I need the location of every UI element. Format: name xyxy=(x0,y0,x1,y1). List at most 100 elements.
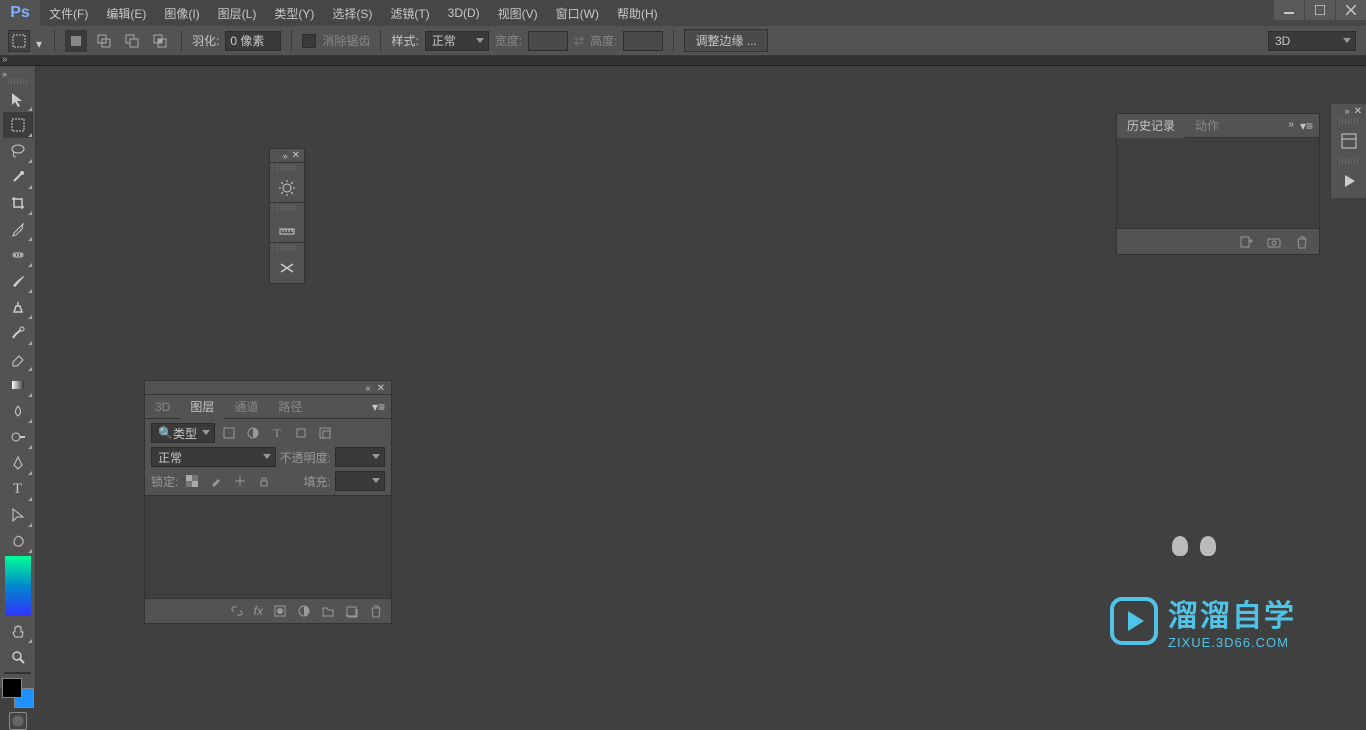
history-delete-icon[interactable] xyxy=(1295,235,1309,249)
menu-edit[interactable]: 编辑(E) xyxy=(97,0,155,26)
filter-pixel-icon[interactable] xyxy=(219,424,239,442)
path-select-tool[interactable] xyxy=(3,502,33,528)
history-collapse-icon[interactable]: » xyxy=(1288,119,1294,133)
mini-grip[interactable] xyxy=(277,165,297,171)
maximize-button[interactable] xyxy=(1305,0,1335,20)
minimize-button[interactable] xyxy=(1274,0,1304,20)
link-layers-icon[interactable] xyxy=(230,604,244,618)
refine-edge-button[interactable]: 调整边缘 ... xyxy=(684,29,767,52)
shape-tool[interactable] xyxy=(3,528,33,554)
tab-history[interactable]: 历史记录 xyxy=(1117,114,1185,138)
rstrip-close-icon[interactable]: ✕ xyxy=(1354,106,1362,114)
mini-grip-2[interactable] xyxy=(277,205,297,211)
tool-grip[interactable] xyxy=(8,78,28,84)
mini-collapse-icon[interactable]: » xyxy=(283,151,288,161)
filter-adjust-icon[interactable] xyxy=(243,424,263,442)
feather-input[interactable] xyxy=(225,31,281,51)
blur-tool[interactable] xyxy=(3,398,33,424)
zoom-tool[interactable] xyxy=(3,644,33,670)
crop-tool[interactable] xyxy=(3,190,33,216)
mini-grip-3[interactable] xyxy=(277,245,297,251)
history-brush-tool[interactable] xyxy=(3,320,33,346)
menu-3d[interactable]: 3D(D) xyxy=(439,0,489,26)
lock-all-icon[interactable] xyxy=(254,472,274,490)
select-new-icon[interactable] xyxy=(65,30,87,52)
eyedropper-tool[interactable] xyxy=(3,216,33,242)
opacity-input[interactable] xyxy=(335,447,385,467)
brush-tool[interactable] xyxy=(3,268,33,294)
history-new-doc-icon[interactable] xyxy=(1239,235,1253,249)
history-list[interactable] xyxy=(1117,138,1319,228)
expand-tabbar-icon[interactable]: » xyxy=(2,54,8,65)
select-add-icon[interactable] xyxy=(93,30,115,52)
tab-channels[interactable]: 通道 xyxy=(224,395,268,419)
lock-transparent-icon[interactable] xyxy=(182,472,202,490)
gradient-tool[interactable] xyxy=(3,372,33,398)
filter-type-icon[interactable]: T xyxy=(267,424,287,442)
clone-stamp-tool[interactable] xyxy=(3,294,33,320)
menu-image[interactable]: 图像(I) xyxy=(155,0,208,26)
select-subtract-icon[interactable] xyxy=(121,30,143,52)
layers-menu-icon[interactable]: ▾≡ xyxy=(372,400,385,414)
fill-input[interactable] xyxy=(335,471,385,491)
menu-file[interactable]: 文件(F) xyxy=(40,0,97,26)
layers-close-icon[interactable]: ✕ xyxy=(377,383,385,392)
layer-mask-icon[interactable] xyxy=(273,604,287,618)
style-dropdown[interactable]: 正常 xyxy=(425,31,489,51)
mini-settings-icon[interactable] xyxy=(270,253,304,283)
eraser-tool[interactable] xyxy=(3,346,33,372)
foreground-color-swatch[interactable] xyxy=(2,678,22,698)
workspace-switcher[interactable]: 3D xyxy=(1268,31,1356,51)
lock-position-icon[interactable] xyxy=(230,472,250,490)
mini-close-icon[interactable]: ✕ xyxy=(292,150,300,161)
menu-filter[interactable]: 滤镜(T) xyxy=(381,0,438,26)
menu-window[interactable]: 窗口(W) xyxy=(547,0,608,26)
layer-group-icon[interactable] xyxy=(321,604,335,618)
hand-tool[interactable] xyxy=(3,618,33,644)
layer-list[interactable] xyxy=(145,495,391,599)
menu-select[interactable]: 选择(S) xyxy=(323,0,381,26)
pen-tool[interactable] xyxy=(3,450,33,476)
filter-smart-icon[interactable] xyxy=(315,424,335,442)
healing-tool[interactable] xyxy=(3,242,33,268)
history-menu-icon[interactable]: ▾≡ xyxy=(1300,119,1313,133)
adjustment-layer-icon[interactable] xyxy=(297,604,311,618)
tab-3d[interactable]: 3D xyxy=(145,395,180,419)
menu-help[interactable]: 帮助(H) xyxy=(608,0,667,26)
dodge-tool[interactable] xyxy=(3,424,33,450)
app-logo[interactable]: Ps xyxy=(0,0,40,26)
marquee-tool[interactable] xyxy=(3,112,33,138)
delete-layer-icon[interactable] xyxy=(369,604,383,618)
layers-collapse-icon[interactable]: « xyxy=(366,383,371,392)
new-layer-icon[interactable] xyxy=(345,604,359,618)
select-intersect-icon[interactable] xyxy=(149,30,171,52)
menu-view[interactable]: 视图(V) xyxy=(489,0,547,26)
filter-kind-dropdown[interactable]: 🔍 类型 xyxy=(151,423,215,443)
tab-actions[interactable]: 动作 xyxy=(1185,114,1229,138)
type-tool[interactable]: T xyxy=(3,476,33,502)
properties-icon[interactable] xyxy=(1334,126,1364,156)
history-snapshot-icon[interactable] xyxy=(1267,235,1281,249)
current-tool-icon[interactable] xyxy=(8,30,30,52)
layer-fx-icon[interactable]: fx xyxy=(254,604,263,618)
tool-preset-drop[interactable]: ▾ xyxy=(36,37,44,45)
blend-mode-dropdown[interactable]: 正常 xyxy=(151,447,276,467)
tool-collapse-icon[interactable]: » xyxy=(0,69,7,79)
menu-type[interactable]: 类型(Y) xyxy=(265,0,323,26)
close-button[interactable] xyxy=(1336,0,1366,20)
move-tool[interactable] xyxy=(3,86,33,112)
filter-shape-icon[interactable] xyxy=(291,424,311,442)
tab-paths[interactable]: 路径 xyxy=(268,395,312,419)
mini-3d-light-icon[interactable] xyxy=(270,173,304,203)
play-icon[interactable] xyxy=(1334,166,1364,196)
mini-measure-icon[interactable] xyxy=(270,213,304,243)
color-swatches[interactable] xyxy=(2,678,34,708)
menu-layer[interactable]: 图层(L) xyxy=(209,0,266,26)
lasso-tool[interactable] xyxy=(3,138,33,164)
magic-wand-tool[interactable] xyxy=(3,164,33,190)
rstrip-expand-icon[interactable]: » xyxy=(1345,106,1350,114)
quick-mask-toggle[interactable] xyxy=(9,712,27,730)
antialias-checkbox[interactable] xyxy=(302,34,316,48)
lock-paint-icon[interactable] xyxy=(206,472,226,490)
tab-layers[interactable]: 图层 xyxy=(180,395,224,419)
